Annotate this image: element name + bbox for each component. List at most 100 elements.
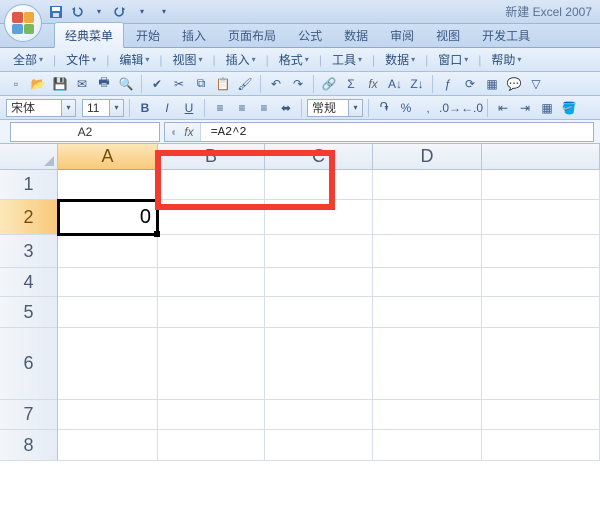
refresh-icon[interactable]: ⟳ [460,75,480,93]
cell[interactable] [265,170,373,200]
chevron-down-icon[interactable]: ▾ [109,100,123,116]
bold-button[interactable]: B [135,99,155,117]
tab-8[interactable]: 开发工具 [472,23,540,47]
cell[interactable] [373,268,482,297]
tab-6[interactable]: 审阅 [380,23,424,47]
menu-1[interactable]: 文件▾ [63,49,99,70]
column-header[interactable]: B [158,144,265,170]
cell[interactable] [265,328,373,400]
borders-icon[interactable]: ▦ [537,99,557,117]
freeze-panes-icon[interactable]: ▦ [482,75,502,93]
sort-asc-icon[interactable]: A↓ [385,75,405,93]
cell[interactable] [482,268,600,297]
cell[interactable] [58,400,158,430]
cell[interactable] [482,235,600,268]
cell[interactable] [158,430,265,461]
decrease-indent-icon[interactable]: ⇤ [493,99,513,117]
chevron-down-icon[interactable]: ▾ [61,100,75,116]
cell[interactable] [482,200,600,235]
formula-bar[interactable]: ◐ fx =A2^2 [164,122,594,142]
redo-icon[interactable] [112,4,128,20]
row-header[interactable]: 8 [0,430,58,461]
menu-9[interactable]: 帮助▾ [488,49,524,70]
new-icon[interactable]: ▫ [6,75,26,93]
cell[interactable] [158,400,265,430]
select-all-corner[interactable] [0,144,58,170]
fill-color-icon[interactable]: 🪣 [559,99,579,117]
underline-button[interactable]: U [179,99,199,117]
font-name-select[interactable]: 宋体 ▾ [6,99,76,117]
tab-2[interactable]: 插入 [172,23,216,47]
cell[interactable] [482,400,600,430]
font-size-select[interactable]: 11 ▾ [82,99,124,117]
cell[interactable] [158,328,265,400]
chevron-down-icon[interactable]: ▾ [348,100,362,116]
menu-0[interactable]: 全部▾ [10,49,46,70]
cell[interactable] [158,235,265,268]
merge-center-icon[interactable]: ⬌ [276,99,296,117]
print-icon[interactable]: 🖶 [94,75,114,93]
undo-dropdown-icon[interactable]: ▾ [91,4,107,20]
row-header[interactable]: 1 [0,170,58,200]
redo-icon[interactable]: ↷ [288,75,308,93]
cell[interactable] [373,235,482,268]
row-header[interactable]: 4 [0,268,58,297]
cell[interactable] [265,297,373,328]
cell[interactable] [58,235,158,268]
row-header[interactable]: 7 [0,400,58,430]
undo-icon[interactable]: ↶ [266,75,286,93]
column-header[interactable]: A [58,144,158,170]
cell[interactable] [373,400,482,430]
comma-style-icon[interactable]: , [418,99,438,117]
cell[interactable] [58,297,158,328]
cell[interactable] [58,170,158,200]
undo-icon[interactable] [69,4,85,20]
open-icon[interactable]: 📂 [28,75,48,93]
cell[interactable] [482,170,600,200]
cell[interactable] [265,430,373,461]
autosum-icon[interactable]: Σ [341,75,361,93]
cell[interactable] [58,268,158,297]
tab-5[interactable]: 数据 [334,23,378,47]
paste-icon[interactable]: 📋 [213,75,233,93]
comment-icon[interactable]: 💬 [504,75,524,93]
tab-4[interactable]: 公式 [288,23,332,47]
redo-dropdown-icon[interactable]: ▾ [134,4,150,20]
tab-3[interactable]: 页面布局 [218,23,286,47]
formula-input[interactable]: =A2^2 [205,125,593,139]
cell[interactable] [482,297,600,328]
cut-icon[interactable]: ✂ [169,75,189,93]
tab-1[interactable]: 开始 [126,23,170,47]
email-icon[interactable]: ✉ [72,75,92,93]
print-preview-icon[interactable]: 🔍 [116,75,136,93]
cell[interactable] [265,200,373,235]
office-button[interactable] [4,4,42,42]
fx-icon[interactable]: fx [184,125,193,139]
cell[interactable] [265,235,373,268]
menu-2[interactable]: 编辑▾ [116,49,152,70]
decrease-decimal-icon[interactable]: ←.0 [462,99,482,117]
cell[interactable] [158,200,265,235]
filter-icon[interactable]: ▽ [526,75,546,93]
number-format-select[interactable]: 常规 ▾ [307,99,363,117]
row-header[interactable]: 5 [0,297,58,328]
cell[interactable]: 0 [58,200,158,235]
cell[interactable] [58,328,158,400]
align-left-icon[interactable]: ≡ [210,99,230,117]
menu-4[interactable]: 插入▾ [223,49,259,70]
cell[interactable] [158,170,265,200]
hyperlink-icon[interactable]: 🔗 [319,75,339,93]
cell[interactable] [158,268,265,297]
show-formulas-icon[interactable]: ƒ [438,75,458,93]
column-header[interactable]: D [373,144,482,170]
cell[interactable] [373,328,482,400]
cell[interactable] [482,328,600,400]
spellcheck-icon[interactable]: ✔ [147,75,167,93]
save-icon[interactable] [48,4,64,20]
cell[interactable] [373,170,482,200]
expand-icon[interactable]: ◐ [171,125,178,139]
column-header[interactable] [482,144,600,170]
tab-0[interactable]: 经典菜单 [54,22,124,48]
menu-6[interactable]: 工具▾ [329,49,365,70]
italic-button[interactable]: I [157,99,177,117]
